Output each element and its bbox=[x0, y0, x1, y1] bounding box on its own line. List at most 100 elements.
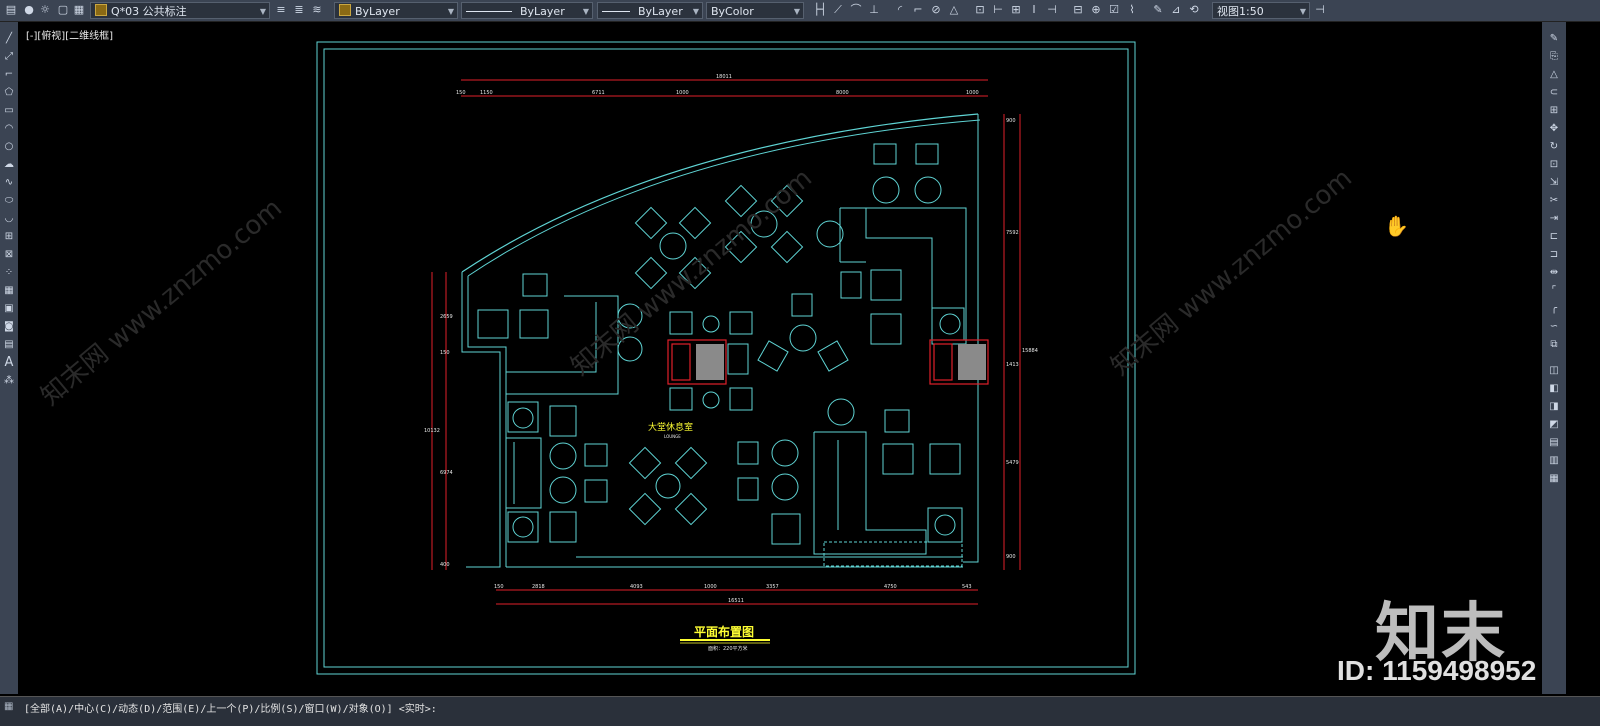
radius-dimension-icon[interactable]: ◜ bbox=[893, 3, 907, 17]
stretch-icon[interactable]: ⇲ bbox=[1547, 176, 1561, 190]
aligned-dimension-icon[interactable]: ⟋ bbox=[831, 3, 845, 17]
dining-chair bbox=[669, 311, 693, 335]
offset-icon[interactable]: ⊂ bbox=[1547, 86, 1561, 100]
dimension-style-icon[interactable]: ⊣ bbox=[1313, 3, 1327, 17]
jogged-linear-icon[interactable]: ⌇ bbox=[1125, 3, 1139, 17]
chamfer-icon[interactable]: ⌜ bbox=[1547, 284, 1561, 298]
tolerance-icon[interactable]: ⊟ bbox=[1071, 3, 1085, 17]
copy-icon[interactable]: ⎘ bbox=[1547, 50, 1561, 64]
gradient-icon[interactable]: ▣ bbox=[2, 302, 16, 316]
lock-icon[interactable]: ▢ bbox=[56, 3, 70, 17]
dimension-update-icon[interactable]: ⟲ bbox=[1187, 3, 1201, 17]
dimension-edit-icon[interactable]: ✎ bbox=[1151, 3, 1165, 17]
layer-name: Q*03 公共标注 bbox=[111, 5, 187, 18]
multiline-text-icon[interactable]: A bbox=[2, 356, 16, 370]
hatch-to-back-icon[interactable]: ▥ bbox=[1547, 454, 1561, 468]
linear-dimension-icon[interactable]: ├┤ bbox=[813, 3, 827, 17]
polygon-icon[interactable]: ⬠ bbox=[2, 86, 16, 100]
quick-dimension-icon[interactable]: ⊡ bbox=[973, 3, 987, 17]
continue-dimension-icon[interactable]: ⊞ bbox=[1009, 3, 1023, 17]
spline-icon[interactable]: ∿ bbox=[2, 176, 16, 190]
array-icon[interactable]: ⊞ bbox=[1547, 104, 1561, 118]
dimension-style-dropdown[interactable]: 视图1:50 ▼ bbox=[1212, 2, 1310, 19]
blend-curves-icon[interactable]: ∽ bbox=[1547, 320, 1561, 334]
arc-icon[interactable]: ◠ bbox=[2, 122, 16, 136]
layer-properties-icon[interactable]: ▤ bbox=[4, 3, 18, 17]
make-block-icon[interactable]: ⊠ bbox=[2, 248, 16, 262]
construction-line-icon[interactable]: ⤢ bbox=[2, 50, 16, 64]
drawing-canvas[interactable]: [-][俯视][二维线框] 18011 150 1150 6711 1000 8… bbox=[18, 22, 1542, 694]
break-at-point-icon[interactable]: ⊏ bbox=[1547, 230, 1561, 244]
sofa-right bbox=[840, 207, 967, 345]
insert-block-icon[interactable]: ⊞ bbox=[2, 230, 16, 244]
layer-dropdown[interactable]: Q*03 公共标注 ▼ bbox=[90, 2, 270, 19]
chevron-down-icon: ▼ bbox=[582, 7, 589, 16]
dimension-text-edit-icon[interactable]: ⊿ bbox=[1169, 3, 1183, 17]
angular-dimension-icon[interactable]: △ bbox=[947, 3, 961, 17]
ordinate-dimension-icon[interactable]: ⊥ bbox=[867, 3, 881, 17]
round-table bbox=[655, 473, 681, 499]
command-line[interactable]: ▦ [全部(A)/中心(C)/动态(D)/范围(E)/上一个(P)/比例(S)/… bbox=[0, 696, 1600, 726]
rectangle-icon[interactable]: ▭ bbox=[2, 104, 16, 118]
move-icon[interactable]: ✥ bbox=[1547, 122, 1561, 136]
lineweight-dropdown[interactable]: ByLayer ▼ bbox=[597, 2, 703, 19]
jogged-dimension-icon[interactable]: ⌐ bbox=[911, 3, 925, 17]
bring-above-icon[interactable]: ◨ bbox=[1547, 400, 1561, 414]
dim-top-seg-label: 6711 bbox=[592, 90, 605, 96]
extend-icon[interactable]: ⇥ bbox=[1547, 212, 1561, 226]
make-current-layer-icon[interactable]: ≡ bbox=[274, 3, 288, 17]
dim-right-seg-label: 900 bbox=[1006, 554, 1016, 560]
mirror-icon[interactable]: △ bbox=[1547, 68, 1561, 82]
explode-icon[interactable]: ⧉ bbox=[1547, 338, 1561, 352]
command-prompt-text[interactable]: [全部(A)/中心(C)/动态(D)/范围(E)/上一个(P)/比例(S)/窗口… bbox=[24, 700, 437, 715]
scale-icon[interactable]: ⊡ bbox=[1547, 158, 1561, 172]
round-table bbox=[549, 442, 577, 470]
break-icon[interactable]: ⊐ bbox=[1547, 248, 1561, 262]
table-icon[interactable]: ▤ bbox=[2, 338, 16, 352]
floor-lamp bbox=[512, 407, 534, 429]
ellipse-icon[interactable]: ⬭ bbox=[2, 194, 16, 208]
diameter-dimension-icon[interactable]: ⊘ bbox=[929, 3, 943, 17]
layer-state-icon[interactable]: ▦ bbox=[72, 3, 86, 17]
center-mark-icon[interactable]: ⊕ bbox=[1089, 3, 1103, 17]
region-icon[interactable]: ◙ bbox=[2, 320, 16, 334]
layer-color-swatch bbox=[95, 4, 107, 16]
ellipse-arc-icon[interactable]: ◡ bbox=[2, 212, 16, 226]
erase-icon[interactable]: ✎ bbox=[1547, 32, 1561, 46]
add-selected-icon[interactable]: ⁂ bbox=[2, 374, 16, 388]
color-swatch bbox=[339, 4, 351, 16]
circle-icon[interactable]: ○ bbox=[2, 140, 16, 154]
join-icon[interactable]: ⇹ bbox=[1547, 266, 1561, 280]
armchair bbox=[519, 309, 549, 339]
dim-top-seg-label: 150 bbox=[456, 90, 466, 96]
side-table bbox=[584, 479, 608, 503]
rotate-icon[interactable]: ↻ bbox=[1547, 140, 1561, 154]
line-icon[interactable]: ╱ bbox=[2, 32, 16, 46]
layer-match-icon[interactable]: ≣ bbox=[292, 3, 306, 17]
dim-bottom-seg-label: 2818 bbox=[532, 584, 545, 590]
sun-icon[interactable]: ☼ bbox=[38, 3, 52, 17]
color-dropdown[interactable]: ByLayer ▼ bbox=[334, 2, 458, 19]
trim-icon[interactable]: ✂ bbox=[1547, 194, 1561, 208]
hatch-icon[interactable]: ▦ bbox=[2, 284, 16, 298]
layer-previous-icon[interactable]: ≋ bbox=[310, 3, 324, 17]
text-to-front-icon[interactable]: ▤ bbox=[1547, 436, 1561, 450]
baseline-dimension-icon[interactable]: ⊢ bbox=[991, 3, 1005, 17]
draworder-front-icon[interactable]: ◫ bbox=[1547, 364, 1561, 378]
right-wall bbox=[963, 114, 979, 563]
send-under-icon[interactable]: ◩ bbox=[1547, 418, 1561, 432]
annotation-front-icon[interactable]: ▦ bbox=[1547, 472, 1561, 486]
dimension-break-icon[interactable]: ⊣ bbox=[1045, 3, 1059, 17]
revision-cloud-icon[interactable]: ☁ bbox=[2, 158, 16, 172]
point-icon[interactable]: ⁘ bbox=[2, 266, 16, 280]
draworder-back-icon[interactable]: ◧ bbox=[1547, 382, 1561, 396]
dim-top-seg-label: 1000 bbox=[966, 90, 979, 96]
arc-length-icon[interactable]: ⌒ bbox=[849, 3, 863, 17]
bulb-icon[interactable]: ● bbox=[22, 3, 36, 17]
fillet-icon[interactable]: ╭ bbox=[1547, 302, 1561, 316]
polyline-icon[interactable]: ⌐ bbox=[2, 68, 16, 82]
inspection-icon[interactable]: ☑ bbox=[1107, 3, 1121, 17]
plotstyle-dropdown[interactable]: ByColor ▼ bbox=[706, 2, 804, 19]
dimension-space-icon[interactable]: Ι bbox=[1027, 3, 1041, 17]
linetype-dropdown[interactable]: ByLayer ▼ bbox=[461, 2, 593, 19]
